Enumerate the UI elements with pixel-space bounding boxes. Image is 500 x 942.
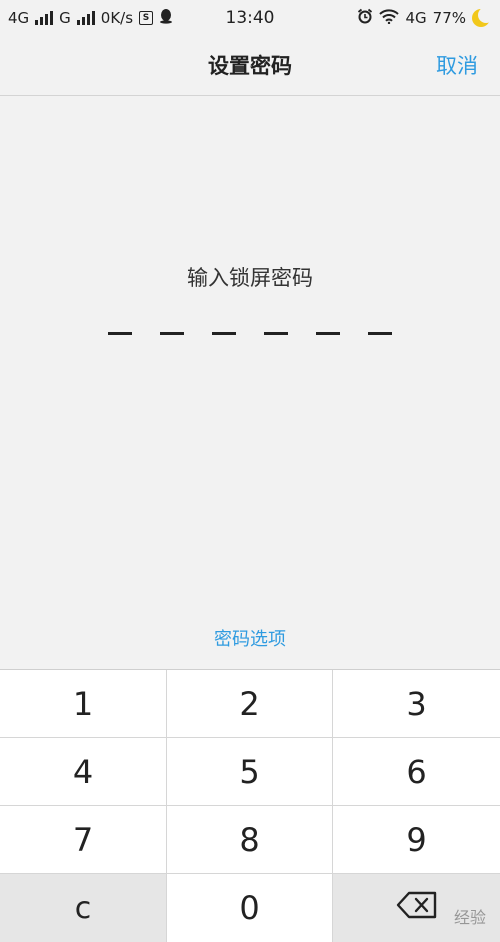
network-type-label-2: G — [59, 9, 71, 27]
password-prompt: 输入锁屏密码 — [187, 266, 313, 290]
key-5[interactable]: 5 — [167, 738, 333, 806]
moon-icon — [472, 7, 494, 27]
page-title: 设置密码 — [208, 54, 292, 78]
signal-icon — [35, 11, 54, 25]
password-slot — [212, 332, 236, 335]
clear-key[interactable]: c — [0, 874, 167, 942]
backspace-icon — [396, 889, 438, 927]
alarm-icon — [357, 8, 373, 28]
key-3[interactable]: 3 — [333, 670, 500, 738]
key-2[interactable]: 2 — [167, 670, 333, 738]
key-0[interactable]: 0 — [167, 874, 333, 942]
status-right: 4G 77% — [357, 7, 494, 28]
key-4[interactable]: 4 — [0, 738, 167, 806]
network-speed: 0K/s — [100, 9, 134, 27]
app-s-icon: S — [139, 11, 154, 25]
password-slot — [108, 332, 132, 335]
key-6[interactable]: 6 — [333, 738, 500, 806]
password-slot — [316, 332, 340, 335]
key-1[interactable]: 1 — [0, 670, 167, 738]
network-type-label: 4G — [8, 9, 30, 27]
password-slots — [108, 332, 392, 340]
qq-icon — [159, 8, 173, 28]
wifi-icon — [379, 8, 400, 28]
numeric-keypad: 1 2 3 4 5 6 7 8 9 c 0 — [0, 669, 500, 942]
signal-icon-2 — [76, 11, 95, 25]
nav-bar: 设置密码 取消 — [0, 36, 500, 96]
password-slot — [368, 332, 392, 335]
key-9[interactable]: 9 — [333, 806, 500, 874]
battery-percent: 77% — [432, 9, 466, 27]
key-8[interactable]: 8 — [167, 806, 333, 874]
network-type-label-3: 4G — [405, 9, 427, 27]
cancel-button[interactable]: 取消 — [436, 36, 478, 96]
key-7[interactable]: 7 — [0, 806, 167, 874]
password-options-link[interactable]: 密码选项 — [0, 625, 500, 651]
backspace-key[interactable] — [333, 874, 500, 942]
status-bar: 4G G 0K/s S 13:40 4G 77% — [0, 0, 500, 36]
password-slot — [160, 332, 184, 335]
status-left: 4G G 0K/s S — [8, 8, 173, 28]
password-slot — [264, 332, 288, 335]
